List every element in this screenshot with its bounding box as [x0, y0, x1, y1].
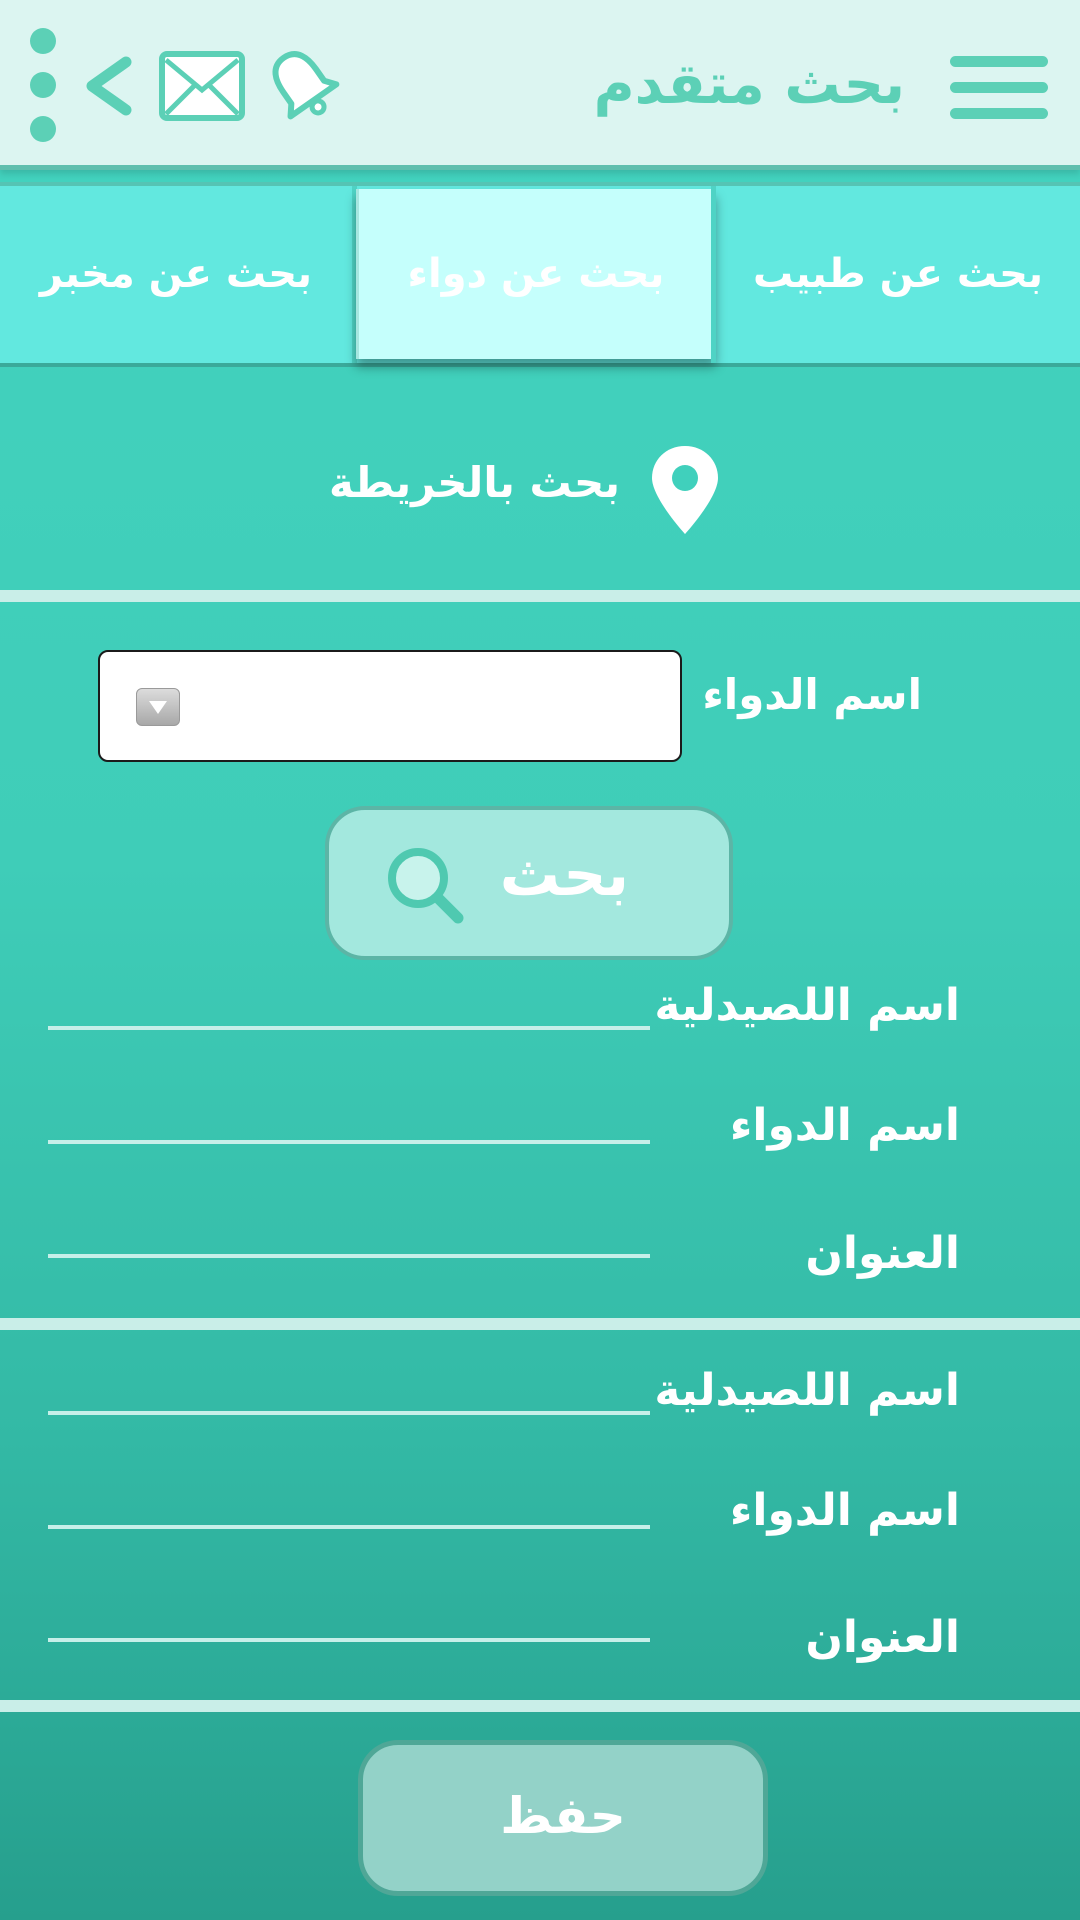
pharmacy-name-value-line — [48, 1411, 650, 1415]
pharmacy-name-label: اسم اللصيدلية — [654, 980, 960, 1031]
menu-bar — [950, 108, 1048, 119]
tab-lab-search[interactable]: بحث عن مخبر — [0, 186, 352, 363]
drug-name-result-label: اسم الدواء — [729, 1485, 960, 1536]
chevron-down-icon[interactable] — [136, 688, 180, 726]
tab-doctor-search[interactable]: بحث عن طبيب — [716, 186, 1080, 363]
drug-name-value-line — [48, 1140, 650, 1144]
map-search-label: بحث بالخريطة — [329, 458, 620, 507]
mail-icon[interactable] — [158, 50, 246, 122]
search-button-label: بحث — [499, 840, 629, 910]
drug-name-label: اسم الدواء — [702, 670, 922, 719]
page-title: بحث متقدم — [593, 52, 905, 117]
section-divider — [0, 1700, 1080, 1712]
save-button-label: حفظ — [500, 1787, 626, 1845]
address-label: العنوان — [805, 1612, 960, 1663]
pharmacy-name-label: اسم اللصيدلية — [654, 1365, 960, 1416]
bell-icon[interactable] — [262, 44, 342, 124]
address-value-line — [48, 1638, 650, 1642]
search-icon — [388, 848, 464, 924]
section-divider — [0, 590, 1080, 602]
tab-drug-search[interactable]: بحث عن دواء — [356, 189, 716, 359]
drug-name-select[interactable] — [98, 650, 682, 762]
menu-icon[interactable] — [950, 56, 1048, 120]
map-search-button[interactable]: بحث بالخريطة — [0, 430, 1080, 540]
back-chevron-icon[interactable] — [82, 54, 134, 118]
more-vert-icon[interactable] — [28, 28, 58, 144]
app-header: بحث متقدم — [0, 0, 1080, 170]
address-label: العنوان — [805, 1228, 960, 1279]
map-pin-icon — [652, 446, 718, 534]
search-button[interactable]: بحث — [325, 806, 733, 960]
kebab-dot — [30, 72, 56, 98]
menu-bar — [950, 82, 1048, 93]
kebab-dot — [30, 28, 56, 54]
drug-name-result-label: اسم الدواء — [729, 1100, 960, 1151]
pharmacy-name-value-line — [48, 1026, 650, 1030]
drug-name-value-line — [48, 1525, 650, 1529]
search-type-tabs: بحث عن مخبر بحث عن دواء بحث عن طبيب — [0, 182, 1080, 367]
save-button[interactable]: حفظ — [358, 1740, 768, 1896]
section-divider — [0, 1318, 1080, 1330]
menu-bar — [950, 56, 1048, 67]
kebab-dot — [30, 116, 56, 142]
address-value-line — [48, 1254, 650, 1258]
